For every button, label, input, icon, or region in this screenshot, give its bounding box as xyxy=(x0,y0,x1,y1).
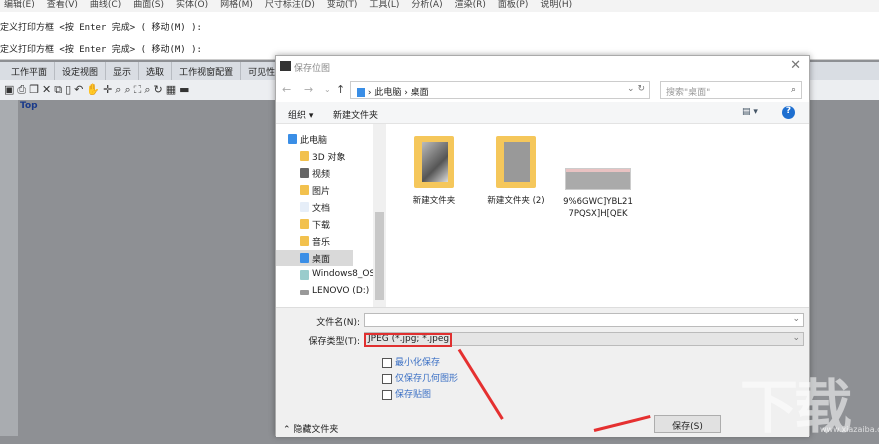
filename-label: 文件名(N): xyxy=(316,318,360,328)
menu-transform[interactable]: 变动(T) xyxy=(327,0,358,10)
back-icon[interactable]: ← xyxy=(282,83,291,96)
search-input[interactable]: 搜索"桌面" ⌕ xyxy=(660,81,802,99)
dialog-toolbar: 组织 ▾ 新建文件夹 ▤ ▾ ? xyxy=(276,102,809,124)
tree-lenovo-drive[interactable]: LENOVO (D:) xyxy=(296,284,373,300)
tab-set-view[interactable]: 设定视图 xyxy=(55,62,107,81)
menu-surface[interactable]: 曲面(S) xyxy=(133,0,164,10)
breadcrumb-this-pc[interactable]: 此电脑 xyxy=(374,88,401,98)
organize-button[interactable]: 组织 ▾ xyxy=(288,108,313,121)
nav-tree: 此电脑 3D 对象 视频 图片 文档 下载 音乐 桌面 Windows8_OS … xyxy=(276,124,375,307)
checkbox xyxy=(382,373,392,384)
tree-music[interactable]: 音乐 xyxy=(296,233,373,249)
folder-icon xyxy=(496,136,536,188)
tree-3d-objects[interactable]: 3D 对象 xyxy=(296,148,373,164)
annotation-arrow xyxy=(457,348,504,420)
up-arrow-icon[interactable]: ↑ xyxy=(336,83,345,96)
save-button[interactable]: 保存(S) xyxy=(654,415,721,433)
image-thumbnail xyxy=(565,168,631,190)
save-options-panel: 文件名(N): ⌄ 保存类型(T): JPEG (*.jpg; *.jpeg) ⌄… xyxy=(276,307,809,437)
command-line: 定义打印方框 <按 Enter 完成> ( 移动(M) ): xyxy=(0,45,202,55)
refresh-icon[interactable]: ⌄ ↻ xyxy=(627,84,645,94)
checkbox xyxy=(382,357,392,368)
help-icon[interactable]: ? xyxy=(782,106,795,119)
menu-help[interactable]: 说明(H) xyxy=(540,0,572,10)
save-bitmap-dialog: 保存位图 ✕ ← → ⌄ ↑ › 此电脑 › 桌面 ⌄ ↻ 搜索"桌面" ⌕ 组织… xyxy=(275,55,811,437)
menu-curve[interactable]: 曲线(C) xyxy=(90,0,121,10)
option-minimize-save[interactable]: 最小化保存 xyxy=(382,355,440,368)
tree-scrollbar[interactable] xyxy=(373,124,386,307)
menu-solid[interactable]: 实体(O) xyxy=(176,0,208,10)
annotation-arrow xyxy=(593,415,651,432)
command-history: 定义打印方框 <按 Enter 完成> ( 移动(M) ): 定义打印方框 <按… xyxy=(0,12,879,60)
chevron-up-icon: ⌃ xyxy=(283,425,291,435)
tab-cplane[interactable]: 工作平面 xyxy=(4,62,56,81)
folder-icon xyxy=(357,88,365,97)
tree-this-pc[interactable]: 此电脑 xyxy=(284,131,361,147)
chevron-down-icon: ⌄ xyxy=(792,333,800,343)
file-list: 新建文件夹 新建文件夹 (2) 9%6GWC]YBL21 7PQSX]H[QEK xyxy=(386,124,811,307)
command-line: 定义打印方框 <按 Enter 完成> ( 移动(M) ): xyxy=(0,23,202,33)
watermark-url: www.xiazaiba.com xyxy=(820,425,879,434)
tree-documents[interactable]: 文档 xyxy=(296,199,373,215)
address-row: ← → ⌄ ↑ › 此电脑 › 桌面 ⌄ ↻ 搜索"桌面" ⌕ xyxy=(276,78,809,102)
tab-select[interactable]: 选取 xyxy=(139,62,173,81)
left-toolbar xyxy=(0,100,18,436)
address-bar[interactable]: › 此电脑 › 桌面 ⌄ ↻ xyxy=(350,81,650,99)
menu-analyze[interactable]: 分析(A) xyxy=(411,0,442,10)
tree-downloads[interactable]: 下载 xyxy=(296,216,373,232)
tree-windows-drive[interactable]: Windows8_OS xyxy=(296,267,375,283)
breadcrumb-desktop[interactable]: 桌面 xyxy=(411,88,429,98)
tree-videos[interactable]: 视频 xyxy=(296,165,373,181)
folder-icon xyxy=(414,136,454,188)
menu-render[interactable]: 渲染(R) xyxy=(455,0,486,10)
highlight-box xyxy=(364,333,452,347)
menu-mesh[interactable]: 网格(M) xyxy=(220,0,253,10)
search-placeholder: 搜索"桌面" xyxy=(666,88,711,98)
option-save-textures[interactable]: 保存贴图 xyxy=(382,387,431,400)
menu-edit[interactable]: 编辑(E) xyxy=(4,0,35,10)
folder-item[interactable]: 新建文件夹 xyxy=(394,124,474,206)
menu-tools[interactable]: 工具(L) xyxy=(369,0,399,10)
viewport-label[interactable]: Top xyxy=(20,101,38,111)
option-geometry-only[interactable]: 仅保存几何图形 xyxy=(382,371,458,384)
dialog-titlebar: 保存位图 ✕ xyxy=(276,56,809,78)
filetype-label: 保存类型(T): xyxy=(308,337,360,347)
app-icon xyxy=(280,61,291,71)
chevron-down-icon[interactable]: ⌄ xyxy=(324,85,331,94)
tab-viewport-layout[interactable]: 工作视窗配置 xyxy=(172,62,242,81)
dialog-title: 保存位图 xyxy=(294,64,331,74)
forward-icon[interactable]: → xyxy=(304,83,313,96)
hide-folders-toggle[interactable]: ⌃ 隐藏文件夹 xyxy=(283,422,338,435)
chevron-down-icon: ⌄ xyxy=(792,314,800,324)
checkbox xyxy=(382,389,392,400)
tree-desktop[interactable]: 桌面 xyxy=(276,250,353,266)
tab-display[interactable]: 显示 xyxy=(106,62,140,81)
menu-dimension[interactable]: 尺寸标注(D) xyxy=(265,0,315,10)
filename-input[interactable]: ⌄ xyxy=(364,313,804,327)
tree-pictures[interactable]: 图片 xyxy=(296,182,373,198)
new-folder-button[interactable]: 新建文件夹 xyxy=(333,108,378,121)
menu-bar: 编辑(E) 查看(V) 曲线(C) 曲面(S) 实体(O) 网格(M) 尺寸标注(D) 变动(… xyxy=(0,0,879,12)
menu-panels[interactable]: 面板(P) xyxy=(498,0,528,10)
image-file-item[interactable]: 9%6GWC]YBL21 7PQSX]H[QEK xyxy=(558,124,638,220)
menu-view[interactable]: 查看(V) xyxy=(47,0,78,10)
close-icon[interactable]: ✕ xyxy=(790,58,801,73)
view-options-icon[interactable]: ▤ ▾ xyxy=(742,107,758,117)
search-icon: ⌕ xyxy=(790,85,796,95)
folder-item[interactable]: 新建文件夹 (2) xyxy=(476,124,556,206)
